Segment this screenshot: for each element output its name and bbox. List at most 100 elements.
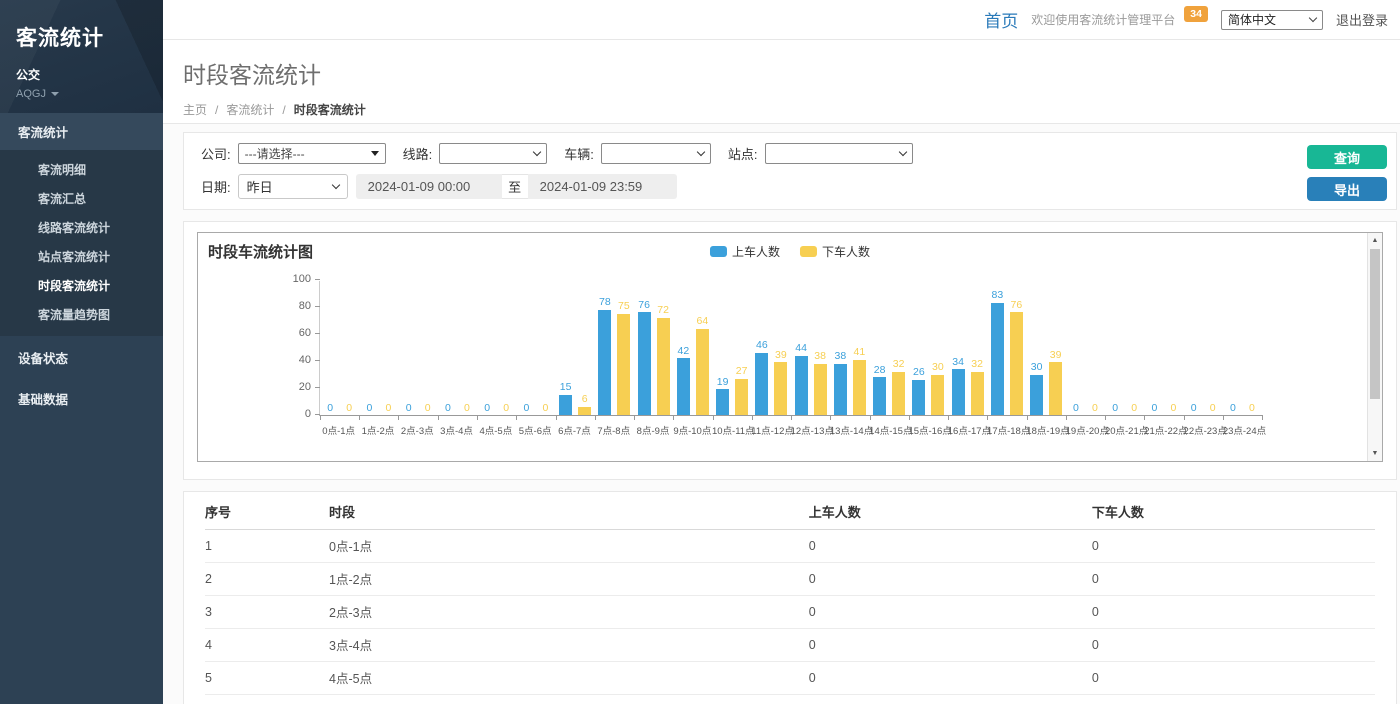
bar-column-上车人数: 83 (990, 281, 1004, 415)
x-axis-category-label: 2点-3点 (398, 423, 437, 437)
company-select[interactable]: ---请选择--- (238, 143, 386, 164)
date-to-label: 至 (502, 174, 528, 199)
table-header-row: 序号时段上车人数下车人数 (205, 492, 1375, 530)
x-axis-tick (1184, 415, 1185, 420)
bar-下车人数 (657, 318, 670, 415)
sidebar-item-base-data[interactable]: 基础数据 (0, 379, 163, 418)
filter-panel: 公司: ---请选择--- 线路: 车辆: 站点: (183, 132, 1397, 210)
y-axis-label: 60 (299, 328, 311, 339)
legend-label: 上车人数 (732, 243, 780, 260)
date-preset-select[interactable]: 昨日 (238, 174, 348, 199)
table-cell: 0 (809, 530, 1092, 563)
bar-value-label: 0 (346, 403, 352, 414)
y-axis-tick (315, 306, 320, 307)
export-button[interactable]: 导出 (1307, 177, 1387, 201)
table-row: 32点-3点00 (205, 596, 1375, 629)
bar-column-上车人数: 42 (676, 281, 690, 415)
x-axis-category-label: 23点-24点 (1223, 423, 1262, 437)
filter-row-selects: 公司: ---请选择--- 线路: 车辆: 站点: (201, 143, 1396, 164)
table-cell: 0 (1092, 662, 1375, 695)
sidebar-item-device-status[interactable]: 设备状态 (0, 338, 163, 377)
end-datetime-input[interactable]: 2024-01-09 23:59 (528, 174, 677, 199)
station-select[interactable] (765, 143, 913, 164)
bar-value-label: 0 (464, 403, 470, 414)
notification-badge: 34 (1184, 6, 1208, 22)
table-cell: 2 (205, 563, 329, 596)
table-cell: 0 (809, 662, 1092, 695)
table-body: 10点-1点0021点-2点0032点-3点0043点-4点0054点-5点00… (205, 530, 1375, 704)
breadcrumb: 主页 / 客流统计 / 时段客流统计 (183, 101, 1380, 118)
start-datetime-input[interactable]: 2024-01-09 00:00 (356, 174, 502, 199)
x-axis-category-label: 10点-11点 (712, 423, 751, 437)
table-cell: 3 (205, 596, 329, 629)
sidebar-item-passenger-summary[interactable]: 客流汇总 (0, 184, 163, 213)
chart-category: 00 (438, 281, 477, 415)
sidebar-item-period-passenger-stats[interactable]: 时段客流统计 (0, 271, 163, 300)
x-axis-tick (398, 415, 399, 420)
bar-value-label: 32 (893, 359, 905, 370)
x-axis-tick (556, 415, 557, 420)
chart-category: 00 (1105, 281, 1144, 415)
bar-上车人数 (677, 358, 690, 415)
bar-column-上车人数: 0 (1069, 281, 1083, 415)
legend-item-上车人数[interactable]: 上车人数 (710, 243, 780, 260)
bar-column-下车人数: 38 (813, 281, 827, 415)
bar-value-label: 0 (1151, 403, 1157, 414)
user-menu[interactable]: AQGJ (16, 88, 147, 100)
bar-column-上车人数: 19 (716, 281, 730, 415)
table-cell: 0 (809, 629, 1092, 662)
bar-value-label: 38 (814, 351, 826, 362)
table-cell: 0点-1点 (329, 530, 809, 563)
language-select[interactable]: 简体中文 (1221, 10, 1323, 30)
company-select-value: ---请选择--- (245, 145, 305, 162)
chart-vertical-scrollbar[interactable]: ▲ ▼ (1367, 233, 1382, 461)
y-axis-label: 40 (299, 355, 311, 366)
bar-column-上车人数: 0 (441, 281, 455, 415)
bar-column-下车人数: 27 (735, 281, 749, 415)
bar-value-label: 39 (775, 350, 787, 361)
table-panel: 序号时段上车人数下车人数 10点-1点0021点-2点0032点-3点0043点… (183, 491, 1397, 704)
home-link[interactable]: 首页 (984, 7, 1018, 32)
table-row: 54点-5点00 (205, 662, 1375, 695)
x-axis-tick (595, 415, 596, 420)
line-select[interactable] (439, 143, 547, 164)
x-axis-category-label: 22点-23点 (1184, 423, 1223, 437)
bar-column-上车人数: 38 (833, 281, 847, 415)
scrollbar-thumb[interactable] (1370, 249, 1380, 399)
bar-value-label: 0 (1210, 403, 1216, 414)
filter-row-date: 日期: 昨日 2024-01-09 00:00 至 2024-01-09 23:… (201, 174, 1396, 199)
query-button[interactable]: 查询 (1307, 145, 1387, 169)
bar-value-label: 0 (1191, 403, 1197, 414)
x-axis-tick (1105, 415, 1106, 420)
bar-column-上车人数: 46 (755, 281, 769, 415)
vehicle-select[interactable] (601, 143, 711, 164)
scrollbar-down-arrow-icon[interactable]: ▼ (1368, 446, 1382, 461)
sidebar-item-passenger-detail[interactable]: 客流明细 (0, 155, 163, 184)
chart-category: 2630 (909, 281, 948, 415)
bar-value-label: 0 (523, 403, 529, 414)
bar-上车人数 (598, 310, 611, 415)
logout-link[interactable]: 退出登录 (1336, 10, 1388, 29)
bar-column-下车人数: 0 (381, 281, 395, 415)
scrollbar-up-arrow-icon[interactable]: ▲ (1368, 233, 1382, 248)
table-cell: 4点-5点 (329, 662, 809, 695)
chart-category: 4264 (673, 281, 712, 415)
y-axis-label: 80 (299, 301, 311, 312)
y-axis-label: 100 (293, 274, 311, 285)
bar-value-label: 0 (1112, 403, 1118, 414)
breadcrumb-home[interactable]: 主页 (183, 101, 207, 118)
org-name: 公交 (16, 66, 147, 83)
sidebar-item-passenger-trend-chart[interactable]: 客流量趋势图 (0, 300, 163, 329)
bar-上车人数 (952, 369, 965, 415)
bar-value-label: 78 (599, 297, 611, 308)
sidebar-item-station-passenger-stats[interactable]: 站点客流统计 (0, 242, 163, 271)
sidebar-item-passenger-stats[interactable]: 客流统计 (0, 113, 163, 150)
sidebar-item-line-passenger-stats[interactable]: 线路客流统计 (0, 213, 163, 242)
x-axis-category-label: 8点-9点 (633, 423, 672, 437)
bar-column-上车人数: 0 (362, 281, 376, 415)
legend-item-下车人数[interactable]: 下车人数 (800, 243, 870, 260)
bar-上车人数 (834, 364, 847, 415)
table-cell: 6 (205, 695, 329, 704)
chevron-down-icon (1309, 14, 1317, 22)
breadcrumb-section[interactable]: 客流统计 (226, 101, 274, 118)
